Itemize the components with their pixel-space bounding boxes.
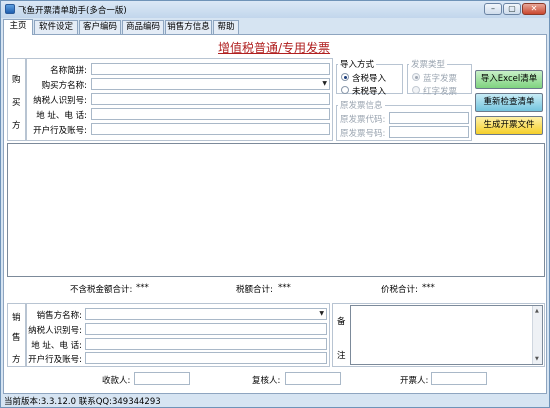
seller-side-char: 售	[12, 333, 21, 343]
generate-file-button[interactable]: 生成开票文件	[475, 116, 543, 135]
buyer-tax-id-label: 纳税人识别号:	[33, 96, 87, 106]
tab-customer-codes[interactable]: 客户编码	[79, 20, 121, 34]
payee-input[interactable]	[134, 372, 190, 385]
blue-invoice-label: 蓝字发票	[423, 74, 458, 84]
app-icon	[5, 4, 15, 14]
chevron-down-icon: ▼	[322, 80, 327, 87]
window-title: 飞鱼开票清单助手(多合一版)	[18, 6, 127, 16]
buyer-side-char: 方	[12, 121, 21, 131]
reviewer-input[interactable]	[285, 372, 341, 385]
seller-side-char: 方	[12, 355, 21, 365]
amount-total-value: ***	[136, 283, 149, 293]
seller-tax-id-input[interactable]	[85, 323, 327, 335]
qq-value: 349344293	[111, 397, 161, 407]
tab-home[interactable]: 主页	[3, 19, 33, 35]
name-search-label: 名称简拼:	[50, 66, 87, 76]
import-tax-included-radio[interactable]	[341, 73, 349, 81]
maximize-icon[interactable]: ▢	[503, 3, 521, 15]
buyer-address-input[interactable]	[91, 108, 330, 120]
seller-address-label: 地 址、电 话:	[31, 341, 82, 351]
app-window: 飞鱼开票清单助手(多合一版) – ▢ ✕ 主页 软件设定 客户编码 商品编码 销…	[0, 0, 550, 408]
tab-seller-info[interactable]: 销售方信息	[165, 20, 212, 34]
buyer-bank-label: 开户行及账号:	[33, 126, 87, 136]
drawer-input[interactable]	[431, 372, 487, 385]
scroll-up-icon[interactable]: ▲	[535, 308, 539, 314]
version-label: 当前版本:	[4, 397, 41, 407]
buyer-side-char: 购	[12, 75, 21, 85]
status-bar: 当前版本:3.3.12.0 联系QQ:349344293	[4, 395, 161, 407]
seller-name-label: 销售方名称:	[36, 311, 82, 321]
remarks-char: 备	[337, 317, 346, 327]
remarks-char: 注	[337, 351, 346, 361]
remarks-input[interactable]: ▲ ▼	[350, 305, 543, 365]
amount-total-label: 不含税金额合计:	[70, 285, 133, 295]
import-tax-included-label: 含税导入	[352, 74, 387, 84]
buyer-tax-id-input[interactable]	[91, 93, 330, 105]
contact-label: 联系QQ:	[78, 397, 112, 407]
seller-bank-input[interactable]	[85, 352, 327, 364]
grand-total-value: ***	[422, 283, 435, 293]
original-invoice-title: 原发票信息	[338, 99, 385, 111]
buyer-bank-input[interactable]	[91, 123, 330, 135]
seller-address-input[interactable]	[85, 338, 327, 350]
import-tax-excluded-label: 未税导入	[352, 87, 387, 97]
minimize-icon[interactable]: –	[484, 3, 502, 15]
invoice-items-area[interactable]	[7, 143, 545, 277]
drawer-label: 开票人:	[400, 376, 429, 386]
tab-settings[interactable]: 软件设定	[34, 20, 78, 34]
blue-invoice-radio[interactable]	[412, 73, 420, 81]
original-number-input[interactable]	[389, 126, 469, 138]
seller-tax-id-label: 纳税人识别号:	[28, 326, 82, 336]
grand-total-label: 价税合计:	[381, 285, 418, 295]
original-code-label: 原发票代码:	[340, 115, 386, 125]
invoice-type-title: 发票类型	[409, 58, 448, 70]
tab-help[interactable]: 帮助	[213, 20, 239, 34]
original-number-label: 原发票号码:	[340, 129, 386, 139]
buyer-address-label: 地 址、电 话:	[36, 111, 87, 121]
seller-bank-label: 开户行及账号:	[28, 355, 82, 365]
import-mode-title: 导入方式	[338, 58, 377, 70]
buyer-name-label: 购买方名称:	[41, 81, 87, 91]
version-value: 3.3.12.0	[40, 397, 77, 407]
recheck-list-button[interactable]: 重新检查清单	[475, 93, 543, 112]
scroll-down-icon[interactable]: ▼	[535, 356, 539, 362]
close-icon[interactable]: ✕	[522, 3, 546, 15]
main-panel: 增值税普通/专用发票 购 买 方 名称简拼: 购买方名称: ▼ 纳税人识别号: …	[3, 34, 547, 394]
tax-total-label: 税额合计:	[236, 285, 273, 295]
import-excel-button[interactable]: 导入Excel清单	[475, 70, 543, 89]
red-invoice-radio[interactable]	[412, 86, 420, 94]
chevron-down-icon: ▼	[319, 310, 324, 317]
seller-side-char: 销	[12, 313, 21, 323]
buyer-side-char: 买	[12, 98, 21, 108]
payee-label: 收款人:	[102, 376, 131, 386]
seller-name-combo[interactable]: ▼	[85, 308, 327, 320]
tab-product-codes[interactable]: 商品编码	[122, 20, 164, 34]
buyer-name-combo[interactable]: ▼	[91, 78, 330, 90]
import-tax-excluded-radio[interactable]	[341, 86, 349, 94]
invoice-title: 增值税普通/专用发票	[218, 41, 331, 55]
title-bar: 飞鱼开票清单助手(多合一版) – ▢ ✕	[1, 1, 549, 18]
reviewer-label: 复核人:	[252, 376, 281, 386]
name-search-input[interactable]	[91, 63, 330, 75]
remarks-scrollbar[interactable]: ▲ ▼	[532, 306, 542, 364]
red-invoice-label: 红字发票	[423, 87, 458, 97]
original-code-input[interactable]	[389, 112, 469, 124]
tax-total-value: ***	[278, 283, 291, 293]
